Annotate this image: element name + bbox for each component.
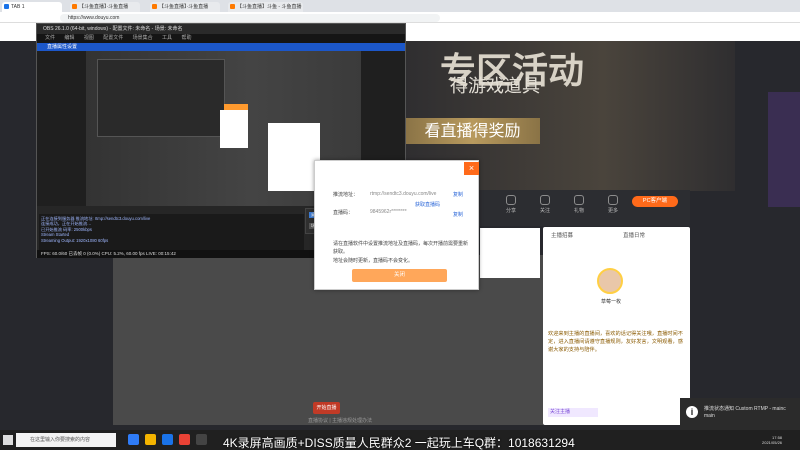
stream-key-value: 9845962r******** [370,209,407,215]
menu-help[interactable]: 帮助 [181,35,191,41]
tab-favicon-icon [4,4,9,9]
taskbar-folder-icon[interactable] [145,434,156,445]
obs-menu-bar: 文件 编辑 视图 配置文件 场景集合 工具 帮助 [37,34,405,43]
menu-file[interactable]: 文件 [45,35,55,41]
address-bar-row: https://www.douyu.com [0,12,800,23]
tool-label: 关注 [539,208,550,214]
streamer-description: 欢迎来到主播的直播间，喜欢的话记得关注哦，直播时间不定，进入直播间请遵守直播规则… [548,331,683,353]
taskbar-browser-icon[interactable] [162,434,173,445]
follow-streamer-button[interactable]: 关注主播 [548,408,598,417]
browser-tab[interactable]: TAB 1 [2,2,62,12]
tab-favicon-icon [152,4,157,9]
clock-date: 2021/05/26 [762,440,783,445]
notification-toast[interactable]: 推流状态通知 Custom RTMP - mainc main [680,398,800,430]
menu-scene-collection[interactable]: 场景集合 [133,35,153,41]
copy-url-button[interactable]: 复制 [453,191,463,198]
tool-label: 更多 [607,208,618,214]
share-tool[interactable]: 分享 [499,195,523,214]
menu-profile[interactable]: 配置文件 [103,35,123,41]
row-label: 直播码： [333,210,354,216]
taskbar-obs-icon[interactable] [196,434,207,445]
streamer-avatar[interactable] [597,268,623,294]
streamer-panel: 主播招募 直播日常 [543,227,690,425]
tab-label: 【斗鱼直播】·斗鱼直播 [159,4,209,10]
browser-tab-bar: TAB 1 【斗鱼直播】·斗鱼直播 【斗鱼直播】·斗鱼直播 【斗鱼直播】斗鱼 -… [0,0,800,12]
taskbar-search[interactable]: 在这里输入你要搜索的内容 [16,433,116,447]
dialog-close-button[interactable]: 关闭 [352,269,447,282]
taskbar-app-icon[interactable] [128,434,139,445]
tab-label: 【斗鱼直播】斗鱼 - 斗鱼直播 [237,4,302,10]
nested-streamer-card [268,123,320,191]
tab-label: TAB 1 [11,4,25,10]
menu-tools[interactable]: 工具 [162,35,172,41]
streamer-name: 草莓一枚 [600,299,621,305]
taskbar-app-icon[interactable] [179,434,190,445]
dialog-hint2: 地址会随时更新，直播码不会变化。 [333,258,414,264]
nested-dialog [220,110,248,148]
tab-label: 【斗鱼直播】·斗鱼直播 [79,4,129,10]
marquee-overlay-text: 4K录屏高画质+DISS质量人民群众2 一起玩上车Q群：1018631294 [223,436,575,450]
tool-label: 礼物 [573,208,584,214]
tab-favicon-icon [72,4,77,9]
event-banner-side[interactable] [768,92,800,207]
gift-icon [574,195,584,205]
banner-button[interactable]: 看直播得奖励 [405,118,540,144]
obs-log: 正在连接到服务器 推流地址: rtmp://sendtc3.douyu.com/… [39,214,304,254]
gift-tool[interactable]: 礼物 [567,195,591,214]
tool-label: 分享 [505,208,516,214]
get-key-link[interactable]: 获取直播码 [415,201,440,208]
more-tool[interactable]: 更多 [601,195,625,214]
info-icon: i [686,406,698,418]
banner-subtitle: 得游戏道具 [450,76,540,97]
heart-icon [540,195,550,205]
more-icon [608,195,618,205]
nested-capture-window [97,59,225,137]
footer-links[interactable]: 直播协议 | 主播违规处理办法 [260,417,420,424]
start-live-button[interactable]: 开始直播 [313,402,340,414]
chat-block [480,228,540,278]
windows-start-icon[interactable] [3,435,13,445]
follow-tool[interactable]: 关注 [533,195,557,214]
tab-favicon-icon [230,4,235,9]
row-label: 推流地址： [333,192,359,198]
tab-daily[interactable]: 直播日常 [623,231,645,239]
menu-view[interactable]: 视图 [84,35,94,41]
push-url-value: rtmp://sendtc3.douyu.com/live [370,191,437,197]
system-clock: 17:58 2021/05/26 [762,435,782,445]
browser-tab[interactable]: 【斗鱼直播】·斗鱼直播 [70,2,140,12]
tab-recruit[interactable]: 主播招募 [551,231,573,239]
browser-tab[interactable]: 【斗鱼直播】·斗鱼直播 [150,2,220,12]
copy-key-button[interactable]: 复制 [453,211,463,218]
dialog-hint: 请在直播软件中设置推流地址及直播码，每次开播前需要重新获取。 [333,241,469,255]
menu-edit[interactable]: 编辑 [64,35,74,41]
log-line: Streaming Output: 1920x1080 60fps [41,237,109,243]
share-icon [506,195,516,205]
pc-client-badge[interactable]: PC客户端 [632,196,678,207]
browser-tab[interactable]: 【斗鱼直播】斗鱼 - 斗鱼直播 [228,2,303,12]
url-field[interactable]: https://www.douyu.com [60,13,440,22]
dialog-close-icon[interactable]: × [464,162,479,175]
obs-info-bar: 直播属性设置 [37,43,405,51]
